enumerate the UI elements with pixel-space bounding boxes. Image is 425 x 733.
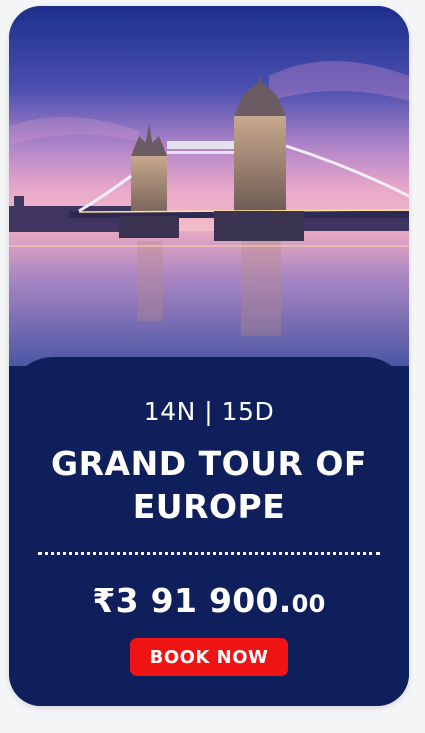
- tour-info-panel: 14N | 15D GRAND TOUR OF EUROPE ₹3 91 900…: [9, 357, 409, 706]
- tour-hero-image: [9, 6, 409, 366]
- tour-title: GRAND TOUR OF EUROPE: [51, 444, 367, 526]
- book-now-button[interactable]: BOOK NOW: [130, 638, 288, 676]
- price-cents: 00: [291, 590, 326, 618]
- tower-bridge-illustration: [9, 6, 409, 366]
- tour-card[interactable]: 14N | 15D GRAND TOUR OF EUROPE ₹3 91 900…: [9, 6, 409, 706]
- tour-price: ₹3 91 900.00: [9, 581, 409, 620]
- price-main: ₹3 91 900.: [92, 581, 292, 620]
- dotted-divider: [38, 552, 380, 555]
- tour-duration: 14N | 15D: [143, 397, 275, 426]
